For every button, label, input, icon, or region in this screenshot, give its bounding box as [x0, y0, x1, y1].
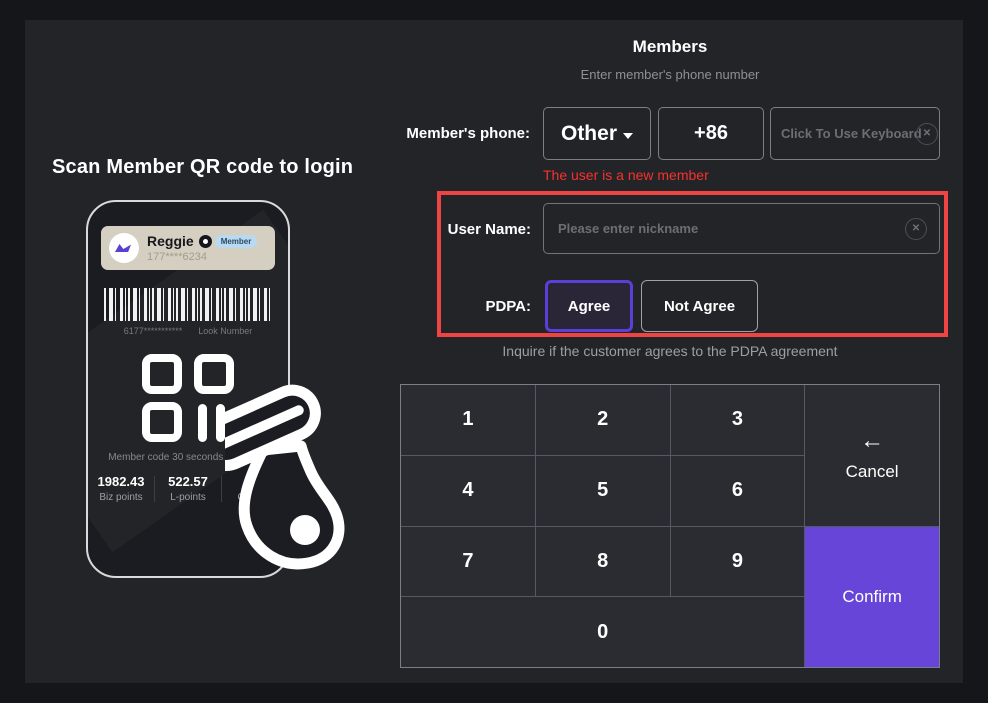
brand-logo-icon	[109, 233, 139, 263]
phone-number-input[interactable]: Click To Use Keyboard ✕	[770, 107, 940, 160]
keypad-1[interactable]: 1	[401, 385, 535, 455]
pdpa-not-agree-button[interactable]: Not Agree	[641, 280, 758, 332]
member-name: Reggie	[147, 233, 194, 249]
pos-member-login-screen: Scan Member QR code to login Reggie Memb…	[0, 0, 988, 703]
scan-section: Scan Member QR code to login Reggie Memb…	[25, 20, 400, 683]
barcode-label: Look Number	[198, 326, 252, 336]
keypad-8[interactable]: 8	[536, 527, 670, 597]
qr-code-icon	[140, 352, 236, 444]
member-form-section: Members Enter member's phone number Memb…	[400, 20, 940, 683]
nickname-placeholder: Please enter nickname	[558, 221, 698, 236]
keypad-0[interactable]: 0	[401, 597, 804, 667]
page-title: Members	[400, 37, 940, 57]
cancel-label: Cancel	[846, 462, 899, 482]
new-member-highlight-box: User Name: Please enter nickname ✕ PDPA:…	[437, 191, 948, 337]
pdpa-label: PDPA:	[441, 298, 531, 315]
clear-nickname-icon[interactable]: ✕	[905, 218, 927, 240]
barcode-caption: 6177*********** Look Number	[88, 326, 288, 336]
dial-code-value: +86	[694, 122, 728, 145]
clear-phone-icon[interactable]: ✕	[916, 123, 938, 145]
keypad-6[interactable]: 6	[671, 456, 805, 526]
username-label: User Name:	[441, 221, 531, 238]
member-masked-phone: 177****6234	[147, 251, 257, 263]
keypad-5[interactable]: 5	[536, 456, 670, 526]
confirm-button[interactable]: Confirm	[805, 527, 939, 668]
new-member-notice: The user is a new member	[543, 167, 709, 183]
member-card: Reggie Member 177****6234	[101, 226, 275, 270]
country-selector-value: Other	[561, 122, 617, 146]
pdpa-agree-button[interactable]: Agree	[545, 280, 633, 332]
cancel-button[interactable]: ← Cancel	[805, 385, 939, 526]
member-card-text: Reggie Member 177****6234	[147, 233, 257, 263]
keypad-4[interactable]: 4	[401, 456, 535, 526]
phone-input-placeholder: Click To Use Keyboard	[781, 126, 922, 141]
member-badge-icon	[199, 235, 212, 248]
page-subtitle: Enter member's phone number	[400, 67, 940, 82]
chevron-down-icon	[623, 133, 633, 139]
keypad-3[interactable]: 3	[671, 385, 805, 455]
pdpa-hint: Inquire if the customer agrees to the PD…	[400, 343, 940, 359]
stat-l-points: 522.57 L-points	[155, 474, 221, 503]
barcode-number: 6177***********	[124, 326, 183, 336]
nickname-input[interactable]: Please enter nickname ✕	[543, 203, 940, 254]
member-badge: Member	[215, 235, 258, 248]
keypad-2[interactable]: 2	[536, 385, 670, 455]
scan-section-title: Scan Member QR code to login	[52, 156, 400, 179]
brand-logo-glyph	[115, 244, 131, 252]
dial-code-field[interactable]: +86	[658, 107, 764, 160]
barcode-icon	[104, 288, 272, 321]
keypad-9[interactable]: 9	[671, 527, 805, 597]
stat-biz-points: 1982.43 Biz points	[88, 474, 154, 503]
backspace-arrow-icon: ←	[860, 429, 884, 453]
barcode-scanner-icon	[225, 380, 375, 585]
member-phone-label: Member's phone:	[400, 125, 530, 142]
country-selector[interactable]: Other	[543, 107, 651, 160]
numeric-keypad: 1 2 3 ← Cancel 4 5 6 7 8 9 0 Confirm	[400, 384, 940, 668]
main-panel: Scan Member QR code to login Reggie Memb…	[25, 20, 963, 683]
keypad-7[interactable]: 7	[401, 527, 535, 597]
